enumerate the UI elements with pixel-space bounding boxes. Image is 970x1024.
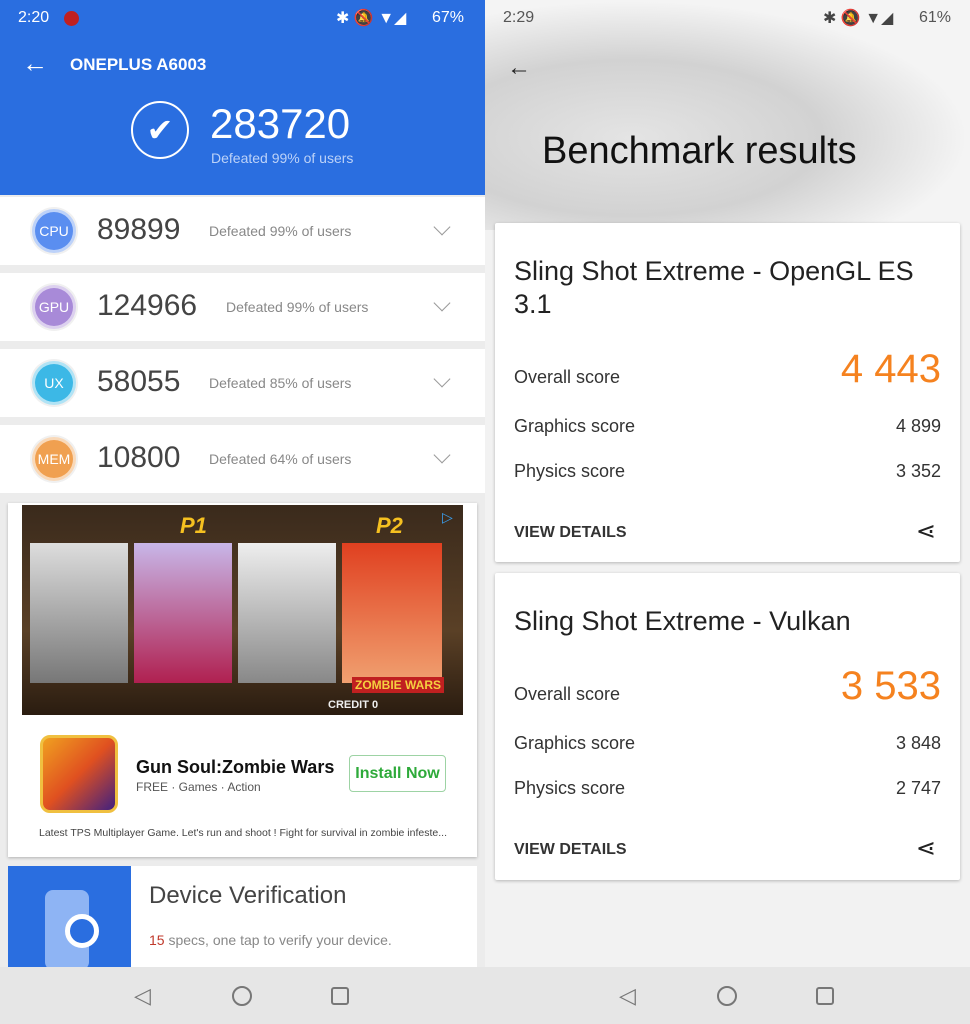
- category-defeated: Defeated 85% of users: [209, 375, 352, 391]
- result-card: Sling Shot Extreme - OpenGL ES 3.1 Overa…: [495, 223, 960, 562]
- category-row-cpu[interactable]: CPU 89899 Defeated 99% of users: [0, 197, 485, 265]
- device-verification-text: 15 specs, one tap to verify your device.: [149, 932, 392, 948]
- category-row-gpu[interactable]: GPU 124966 Defeated 99% of users: [0, 273, 485, 341]
- spec-count: 15: [149, 932, 165, 948]
- view-details-button[interactable]: VIEW DETAILS: [514, 841, 627, 859]
- physics-label: Physics score: [514, 461, 626, 481]
- chevron-down-icon[interactable]: [433, 370, 451, 388]
- character-panel: [342, 543, 442, 683]
- graphics-label: Graphics score: [514, 416, 636, 436]
- page-title: Benchmark results: [542, 130, 857, 172]
- category-score: 10800: [97, 441, 181, 474]
- device-verification-title: Device Verification: [149, 882, 347, 909]
- phone-search-icon: [8, 866, 131, 970]
- status-battery: 67%: [432, 9, 465, 26]
- category-score: 58055: [97, 365, 181, 398]
- category-row-ux[interactable]: UX 58055 Defeated 85% of users: [0, 349, 485, 417]
- graphics-label: Graphics score: [514, 733, 636, 753]
- p1-label: P1: [180, 513, 207, 538]
- antutu-screen: 2:20 ✱ 🔕 ▼◢ 67% ← ONEPLUS A6003 ✔ 283720…: [0, 0, 485, 1024]
- ad-banner-image[interactable]: P1 P2 ZOMBIE WARS CREDIT 0 ▷: [22, 505, 463, 715]
- graphics-score: 4 899: [895, 416, 941, 436]
- cpu-badge: CPU: [32, 209, 76, 253]
- back-nav-icon[interactable]: ◁: [619, 983, 636, 1009]
- share-icon[interactable]: ⋖: [916, 517, 936, 546]
- physics-score: 3 352: [895, 461, 941, 481]
- view-details-button[interactable]: VIEW DETAILS: [514, 524, 627, 542]
- overall-label: Overall score: [514, 684, 621, 704]
- back-nav-icon[interactable]: ◁: [134, 983, 151, 1009]
- total-defeated: Defeated 99% of users: [211, 150, 354, 166]
- check-icon: ✔: [131, 101, 189, 159]
- overall-score: 4 443: [840, 347, 941, 391]
- ad-card[interactable]: P1 P2 ZOMBIE WARS CREDIT 0 ▷ Gun Soul:Zo…: [8, 503, 477, 857]
- p2-label: P2: [376, 513, 403, 538]
- device-verification-card[interactable]: Device Verification 15 specs, one tap to…: [8, 866, 477, 970]
- chevron-down-icon[interactable]: [433, 294, 451, 312]
- category-defeated: Defeated 99% of users: [209, 223, 352, 239]
- status-time: 2:29: [503, 9, 535, 26]
- overall-score: 3 533: [840, 664, 941, 708]
- character-panel: [30, 543, 128, 683]
- score-header: 2:20 ✱ 🔕 ▼◢ 67% ← ONEPLUS A6003 ✔ 283720…: [0, 0, 485, 195]
- device-title: ONEPLUS A6003: [70, 55, 207, 74]
- category-defeated: Defeated 64% of users: [209, 451, 352, 467]
- graphics-score: 3 848: [895, 733, 941, 753]
- app-icon: [40, 735, 118, 813]
- character-panel: [134, 543, 232, 683]
- app-name: Gun Soul:Zombie Wars: [136, 757, 335, 777]
- adchoices-icon[interactable]: ▷: [442, 509, 453, 526]
- 3dmark-screen: 2:29 ✱ 🔕 ▼◢ 61% ← Benchmark results Slin…: [485, 0, 970, 1024]
- category-defeated: Defeated 99% of users: [226, 299, 369, 315]
- ux-badge: UX: [32, 361, 76, 405]
- home-nav-icon[interactable]: [717, 986, 737, 1006]
- status-icons: ✱ 🔕 ▼◢: [823, 10, 894, 27]
- category-score: 124966: [97, 289, 198, 322]
- nav-bar: ◁: [485, 967, 970, 1024]
- home-nav-icon[interactable]: [232, 986, 252, 1006]
- gpu-badge: GPU: [32, 285, 76, 329]
- ad-description: Latest TPS Multiplayer Game. Let's run a…: [39, 827, 447, 839]
- back-arrow-icon[interactable]: ←: [22, 50, 48, 76]
- overall-label: Overall score: [514, 367, 621, 387]
- recents-nav-icon[interactable]: [816, 987, 834, 1005]
- category-row-mem[interactable]: MEM 10800 Defeated 64% of users: [0, 425, 485, 493]
- share-icon[interactable]: ⋖: [916, 834, 936, 863]
- status-icons: ✱ 🔕 ▼◢: [336, 10, 407, 27]
- recents-nav-icon[interactable]: [331, 987, 349, 1005]
- game-logo: ZOMBIE WARS: [352, 677, 444, 693]
- nav-bar: ◁: [0, 967, 485, 1024]
- result-card: Sling Shot Extreme - Vulkan Overall scor…: [495, 573, 960, 880]
- status-time: 2:20: [18, 9, 50, 26]
- notification-icon: [64, 11, 79, 26]
- category-score: 89899: [97, 213, 181, 246]
- hero-image: [485, 0, 970, 230]
- spec-text: specs, one tap to verify your device.: [164, 932, 392, 948]
- chevron-down-icon[interactable]: [433, 446, 451, 464]
- total-score: 283720: [210, 100, 351, 147]
- mem-badge: MEM: [32, 437, 76, 481]
- back-arrow-icon[interactable]: ←: [507, 55, 531, 81]
- character-panel: [238, 543, 336, 683]
- chevron-down-icon[interactable]: [433, 218, 451, 236]
- physics-score: 2 747: [895, 778, 941, 798]
- test-name: Sling Shot Extreme - OpenGL ES 3.1: [514, 256, 914, 319]
- credit-text: CREDIT 0: [328, 699, 379, 711]
- install-now-button[interactable]: Install Now: [349, 755, 446, 792]
- physics-label: Physics score: [514, 778, 626, 798]
- test-name: Sling Shot Extreme - Vulkan: [514, 606, 851, 636]
- status-battery: 61%: [919, 9, 952, 26]
- app-meta: FREE · Games · Action: [136, 780, 261, 794]
